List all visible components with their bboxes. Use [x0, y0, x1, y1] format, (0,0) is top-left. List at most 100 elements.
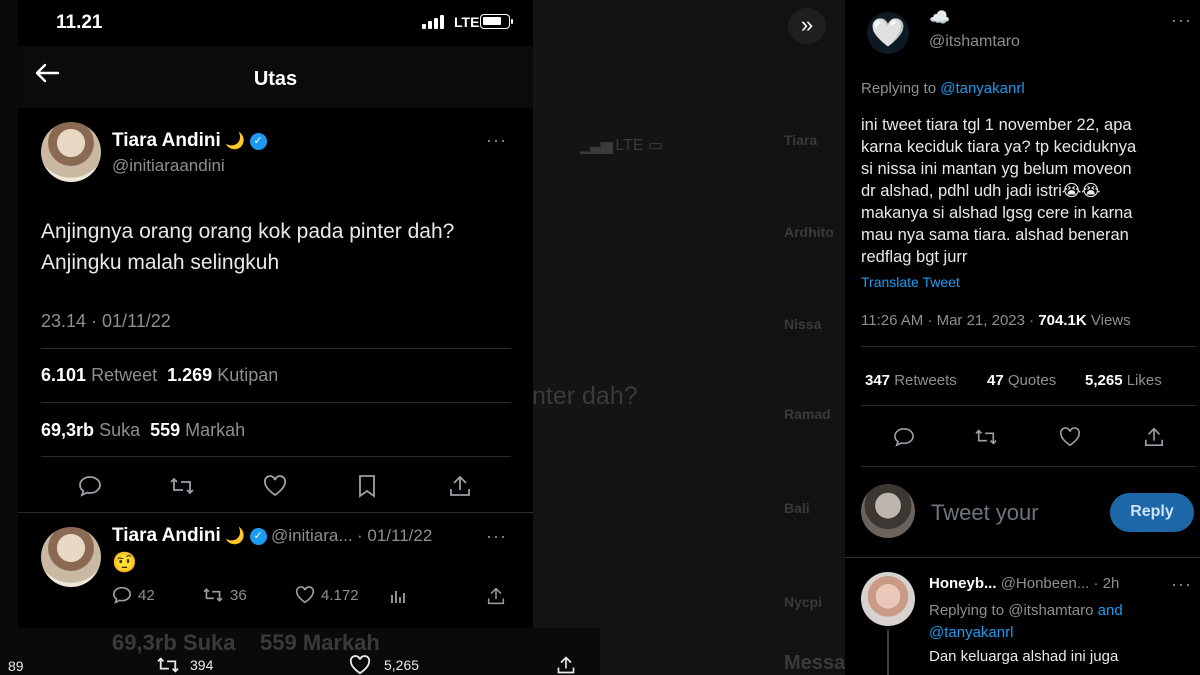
divider	[18, 512, 533, 513]
views-label: Views	[1090, 312, 1131, 329]
divider	[861, 346, 1196, 347]
ghost-name: Ramad	[784, 406, 831, 422]
ghost-status: ▁▃▅ LTE ▭	[580, 137, 664, 154]
like-icon	[349, 655, 371, 675]
ghost-name: Ardhito	[784, 224, 834, 240]
more-options-icon[interactable]: ···	[486, 130, 507, 151]
like-icon	[295, 586, 315, 604]
reply-date: · 01/11/22	[357, 526, 433, 545]
ghost-name: Tiara	[784, 132, 818, 148]
like-bookmark-stats[interactable]: 69,3rb Suka 559 Markah	[41, 420, 245, 441]
replying-to-link[interactable]: @itshamtaro	[1008, 602, 1093, 619]
retweets-count: 6.101	[41, 365, 87, 385]
analytics-icon[interactable]	[388, 586, 408, 606]
bookmarks-count: 559	[150, 420, 181, 440]
ghost-strip: Tiara Ardhito Nissa Ramad Bali Nycpi Mes…	[778, 0, 846, 675]
avatar[interactable]	[41, 122, 101, 182]
user-avatar[interactable]	[861, 484, 915, 538]
divider	[41, 348, 511, 349]
quotes-count: 1.269	[167, 365, 213, 385]
quotes-label: Quotes	[1007, 372, 1057, 389]
reply-author-name: Honeyb...	[929, 575, 997, 592]
ghost-name: Nissa	[784, 316, 822, 332]
screenshot-collage: ▁▃▅ LTE ▭ nter dah? Tiara Ardhito Nissa …	[0, 0, 1200, 675]
avatar[interactable]: 🤍	[867, 12, 909, 54]
bottom-ghost-bar: 69,3rb Suka 559 Markah 89 394 5,265	[0, 628, 600, 675]
tweet-text-line: mau nya sama tiara. alshad beneran	[861, 226, 1129, 244]
like-count-value: 4.172	[321, 586, 359, 604]
moon-emoji: 🌙	[225, 133, 246, 150]
reply-count[interactable]: 42	[112, 586, 155, 604]
views-count: 704.1K	[1038, 312, 1087, 329]
ghost-name: Bali	[784, 500, 810, 516]
retweet-count[interactable]: 36	[202, 586, 247, 604]
replying-to-link[interactable]: @tanyakanrl	[929, 624, 1013, 641]
compose-input[interactable]: Tweet your	[931, 500, 1039, 526]
reply-replying-to: Replying to @itshamtaro and @tanyakanrl	[929, 600, 1199, 644]
share-icon[interactable]	[446, 472, 474, 500]
retweets-stat[interactable]: 347 Retweets	[865, 372, 957, 389]
reply-author-handle: @Honbeen...	[1000, 575, 1090, 592]
retweets-label: Retweet	[91, 365, 158, 385]
bottom-likes-value: 5,265	[384, 657, 420, 673]
replying-to: Replying to @tanyakanrl	[861, 80, 1025, 97]
bottom-count-left: 89	[8, 658, 24, 674]
quotes-stat[interactable]: 47 Quotes	[987, 372, 1056, 389]
like-icon[interactable]	[1057, 424, 1083, 450]
retweets-label: Retweets	[894, 372, 957, 389]
tweet-body: Anjingnya orang orang kok pada pinter da…	[41, 216, 521, 278]
reply-tweet-header[interactable]: Tiara Andini 🌙 ✓ @initiara... · 01/11/22	[112, 525, 432, 547]
retweet-count-value: 36	[230, 586, 247, 604]
ghost-mess: Messa	[784, 652, 846, 674]
battery-icon	[480, 14, 510, 29]
reply-icon[interactable]	[76, 472, 104, 500]
retweet-icon[interactable]	[973, 424, 999, 450]
avatar[interactable]	[861, 572, 915, 626]
retweet-icon[interactable]	[168, 472, 196, 500]
ghost-tweet-text: nter dah?	[532, 382, 638, 410]
reply-tweet-text: 🤨	[112, 552, 137, 574]
translate-tweet-link[interactable]: Translate Tweet	[861, 274, 960, 290]
more-options-icon[interactable]: ···	[1171, 10, 1192, 31]
author-handle[interactable]: @initiaraandini	[112, 156, 225, 176]
tweet-timestamp[interactable]: 23.14 · 01/11/22	[41, 311, 171, 332]
tweet-text-line: karna keciduk tiara ya? tp keciduknya	[861, 138, 1137, 156]
tweet-text-line: Anjingnya orang orang kok pada pinter da…	[41, 220, 455, 243]
likes-count: 5,265	[1085, 372, 1123, 389]
like-count[interactable]: 4.172	[295, 586, 359, 604]
tweet-timestamp[interactable]: 11:26 AM · Mar 21, 2023 · 704.1K Views	[861, 312, 1131, 329]
name-emoji[interactable]: ☁️	[929, 8, 950, 28]
tweet-text-line: dr alshad, pdhl udh jadi istri😭😭	[861, 182, 1101, 200]
expand-chevron-button[interactable]: »	[788, 8, 826, 44]
bottom-likes[interactable]: 5,265	[348, 655, 419, 675]
bottom-retweets[interactable]: 394	[156, 655, 213, 675]
bookmark-icon[interactable]	[353, 472, 381, 500]
battery-tip	[511, 19, 513, 24]
phone-screenshot-left: 11.21 LTE Utas Tiara Andini 🌙 ✓ @initiar…	[18, 0, 533, 628]
divider	[845, 557, 1200, 558]
replying-prefix: Replying to	[861, 80, 937, 97]
bookmarks-label: Markah	[185, 420, 246, 440]
retweet-quote-stats[interactable]: 6.101 Retweet 1.269 Kutipan	[41, 365, 278, 386]
like-icon[interactable]	[261, 472, 289, 500]
likes-count: 69,3rb	[41, 420, 95, 440]
share-icon[interactable]	[486, 586, 506, 606]
more-options-icon[interactable]: ···	[1171, 574, 1192, 595]
author-handle[interactable]: @itshamtaro	[929, 33, 1020, 51]
replying-to-link[interactable]: @tanyakanrl	[940, 80, 1024, 97]
divider	[41, 402, 511, 403]
tweet-text-line: redflag bgt jurr	[861, 248, 968, 266]
likes-stat[interactable]: 5,265 Likes	[1085, 372, 1162, 389]
thread-line	[887, 630, 889, 675]
reply-count-value: 42	[138, 586, 155, 604]
avatar[interactable]	[41, 527, 101, 587]
tweet-author[interactable]: Tiara Andini 🌙 ✓	[112, 130, 267, 152]
share-icon[interactable]	[1141, 424, 1167, 450]
back-arrow-icon[interactable]	[34, 62, 60, 88]
reply-button[interactable]: Reply	[1110, 493, 1194, 532]
more-options-icon[interactable]: ···	[486, 526, 507, 547]
share-icon[interactable]	[555, 655, 577, 675]
reply-header[interactable]: Honeyb... @Honbeen... · 2h	[929, 575, 1119, 592]
likes-label: Likes	[1126, 372, 1162, 389]
reply-icon[interactable]	[891, 424, 917, 450]
